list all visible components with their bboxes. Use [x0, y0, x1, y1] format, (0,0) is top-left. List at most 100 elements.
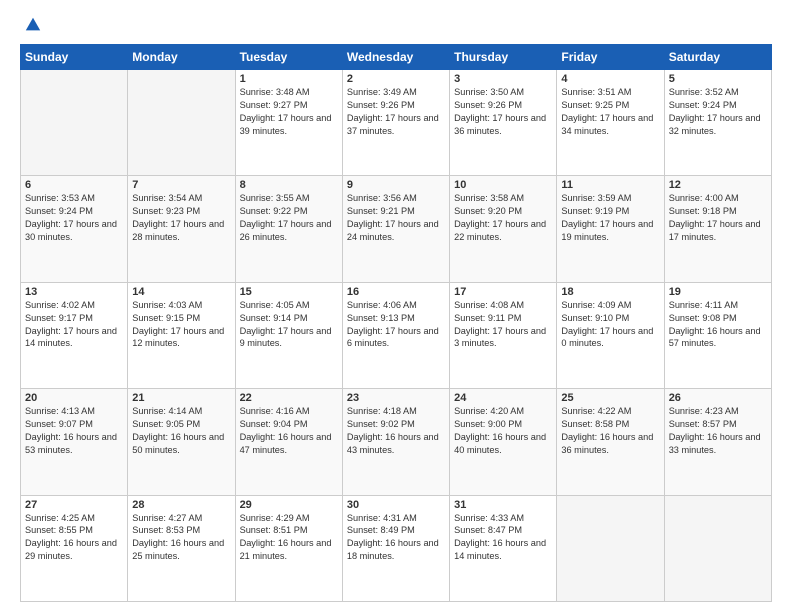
calendar-cell: 15Sunrise: 4:05 AM Sunset: 9:14 PM Dayli… [235, 282, 342, 388]
day-info: Sunrise: 4:20 AM Sunset: 9:00 PM Dayligh… [454, 405, 552, 457]
calendar-cell [557, 495, 664, 601]
calendar-cell: 11Sunrise: 3:59 AM Sunset: 9:19 PM Dayli… [557, 176, 664, 282]
day-info: Sunrise: 3:49 AM Sunset: 9:26 PM Dayligh… [347, 86, 445, 138]
day-info: Sunrise: 4:11 AM Sunset: 9:08 PM Dayligh… [669, 299, 767, 351]
day-info: Sunrise: 4:06 AM Sunset: 9:13 PM Dayligh… [347, 299, 445, 351]
calendar-cell: 29Sunrise: 4:29 AM Sunset: 8:51 PM Dayli… [235, 495, 342, 601]
day-number: 12 [669, 179, 767, 191]
calendar-header-sunday: Sunday [21, 45, 128, 70]
calendar-header-saturday: Saturday [664, 45, 771, 70]
calendar-cell: 18Sunrise: 4:09 AM Sunset: 9:10 PM Dayli… [557, 282, 664, 388]
day-info: Sunrise: 3:59 AM Sunset: 9:19 PM Dayligh… [561, 192, 659, 244]
page: SundayMondayTuesdayWednesdayThursdayFrid… [0, 0, 792, 612]
day-info: Sunrise: 4:14 AM Sunset: 9:05 PM Dayligh… [132, 405, 230, 457]
calendar-header-monday: Monday [128, 45, 235, 70]
calendar-cell: 5Sunrise: 3:52 AM Sunset: 9:24 PM Daylig… [664, 70, 771, 176]
calendar-cell [664, 495, 771, 601]
calendar-cell: 26Sunrise: 4:23 AM Sunset: 8:57 PM Dayli… [664, 389, 771, 495]
calendar-cell: 9Sunrise: 3:56 AM Sunset: 9:21 PM Daylig… [342, 176, 449, 282]
day-number: 14 [132, 286, 230, 298]
day-number: 17 [454, 286, 552, 298]
day-number: 26 [669, 392, 767, 404]
day-number: 11 [561, 179, 659, 191]
day-info: Sunrise: 4:13 AM Sunset: 9:07 PM Dayligh… [25, 405, 123, 457]
day-number: 4 [561, 73, 659, 85]
day-info: Sunrise: 3:53 AM Sunset: 9:24 PM Dayligh… [25, 192, 123, 244]
calendar-cell: 25Sunrise: 4:22 AM Sunset: 8:58 PM Dayli… [557, 389, 664, 495]
calendar-cell: 20Sunrise: 4:13 AM Sunset: 9:07 PM Dayli… [21, 389, 128, 495]
calendar-cell: 14Sunrise: 4:03 AM Sunset: 9:15 PM Dayli… [128, 282, 235, 388]
day-info: Sunrise: 3:55 AM Sunset: 9:22 PM Dayligh… [240, 192, 338, 244]
day-number: 31 [454, 499, 552, 511]
day-number: 16 [347, 286, 445, 298]
calendar-header-row: SundayMondayTuesdayWednesdayThursdayFrid… [21, 45, 772, 70]
day-info: Sunrise: 4:00 AM Sunset: 9:18 PM Dayligh… [669, 192, 767, 244]
calendar-cell [128, 70, 235, 176]
day-info: Sunrise: 3:51 AM Sunset: 9:25 PM Dayligh… [561, 86, 659, 138]
day-number: 9 [347, 179, 445, 191]
calendar-cell: 17Sunrise: 4:08 AM Sunset: 9:11 PM Dayli… [450, 282, 557, 388]
calendar-week-row: 20Sunrise: 4:13 AM Sunset: 9:07 PM Dayli… [21, 389, 772, 495]
calendar-cell: 12Sunrise: 4:00 AM Sunset: 9:18 PM Dayli… [664, 176, 771, 282]
day-number: 27 [25, 499, 123, 511]
calendar-cell: 2Sunrise: 3:49 AM Sunset: 9:26 PM Daylig… [342, 70, 449, 176]
calendar-cell: 7Sunrise: 3:54 AM Sunset: 9:23 PM Daylig… [128, 176, 235, 282]
day-number: 21 [132, 392, 230, 404]
day-info: Sunrise: 4:25 AM Sunset: 8:55 PM Dayligh… [25, 512, 123, 564]
day-number: 1 [240, 73, 338, 85]
day-info: Sunrise: 4:23 AM Sunset: 8:57 PM Dayligh… [669, 405, 767, 457]
day-number: 2 [347, 73, 445, 85]
calendar-table: SundayMondayTuesdayWednesdayThursdayFrid… [20, 44, 772, 602]
logo [20, 16, 42, 34]
logo-icon [24, 16, 42, 34]
calendar-cell: 16Sunrise: 4:06 AM Sunset: 9:13 PM Dayli… [342, 282, 449, 388]
day-info: Sunrise: 3:56 AM Sunset: 9:21 PM Dayligh… [347, 192, 445, 244]
day-info: Sunrise: 4:05 AM Sunset: 9:14 PM Dayligh… [240, 299, 338, 351]
day-number: 28 [132, 499, 230, 511]
calendar-week-row: 6Sunrise: 3:53 AM Sunset: 9:24 PM Daylig… [21, 176, 772, 282]
calendar-cell: 31Sunrise: 4:33 AM Sunset: 8:47 PM Dayli… [450, 495, 557, 601]
calendar-week-row: 27Sunrise: 4:25 AM Sunset: 8:55 PM Dayli… [21, 495, 772, 601]
day-info: Sunrise: 4:31 AM Sunset: 8:49 PM Dayligh… [347, 512, 445, 564]
calendar-cell: 27Sunrise: 4:25 AM Sunset: 8:55 PM Dayli… [21, 495, 128, 601]
day-number: 15 [240, 286, 338, 298]
day-number: 10 [454, 179, 552, 191]
calendar-header-friday: Friday [557, 45, 664, 70]
day-number: 19 [669, 286, 767, 298]
day-info: Sunrise: 4:03 AM Sunset: 9:15 PM Dayligh… [132, 299, 230, 351]
header [20, 16, 772, 34]
day-info: Sunrise: 4:16 AM Sunset: 9:04 PM Dayligh… [240, 405, 338, 457]
day-number: 29 [240, 499, 338, 511]
day-info: Sunrise: 4:18 AM Sunset: 9:02 PM Dayligh… [347, 405, 445, 457]
day-info: Sunrise: 3:48 AM Sunset: 9:27 PM Dayligh… [240, 86, 338, 138]
day-info: Sunrise: 3:52 AM Sunset: 9:24 PM Dayligh… [669, 86, 767, 138]
calendar-week-row: 1Sunrise: 3:48 AM Sunset: 9:27 PM Daylig… [21, 70, 772, 176]
calendar-header-wednesday: Wednesday [342, 45, 449, 70]
day-number: 5 [669, 73, 767, 85]
calendar-cell: 8Sunrise: 3:55 AM Sunset: 9:22 PM Daylig… [235, 176, 342, 282]
day-info: Sunrise: 4:09 AM Sunset: 9:10 PM Dayligh… [561, 299, 659, 351]
day-number: 8 [240, 179, 338, 191]
day-info: Sunrise: 4:08 AM Sunset: 9:11 PM Dayligh… [454, 299, 552, 351]
day-info: Sunrise: 4:02 AM Sunset: 9:17 PM Dayligh… [25, 299, 123, 351]
calendar-cell: 24Sunrise: 4:20 AM Sunset: 9:00 PM Dayli… [450, 389, 557, 495]
day-number: 3 [454, 73, 552, 85]
calendar-week-row: 13Sunrise: 4:02 AM Sunset: 9:17 PM Dayli… [21, 282, 772, 388]
day-info: Sunrise: 3:50 AM Sunset: 9:26 PM Dayligh… [454, 86, 552, 138]
day-info: Sunrise: 4:22 AM Sunset: 8:58 PM Dayligh… [561, 405, 659, 457]
day-number: 25 [561, 392, 659, 404]
day-number: 13 [25, 286, 123, 298]
calendar-cell: 19Sunrise: 4:11 AM Sunset: 9:08 PM Dayli… [664, 282, 771, 388]
calendar-cell: 3Sunrise: 3:50 AM Sunset: 9:26 PM Daylig… [450, 70, 557, 176]
calendar-cell: 1Sunrise: 3:48 AM Sunset: 9:27 PM Daylig… [235, 70, 342, 176]
calendar-cell: 21Sunrise: 4:14 AM Sunset: 9:05 PM Dayli… [128, 389, 235, 495]
day-number: 23 [347, 392, 445, 404]
calendar-header-tuesday: Tuesday [235, 45, 342, 70]
day-number: 18 [561, 286, 659, 298]
day-number: 6 [25, 179, 123, 191]
day-info: Sunrise: 3:54 AM Sunset: 9:23 PM Dayligh… [132, 192, 230, 244]
day-info: Sunrise: 4:29 AM Sunset: 8:51 PM Dayligh… [240, 512, 338, 564]
calendar-cell: 6Sunrise: 3:53 AM Sunset: 9:24 PM Daylig… [21, 176, 128, 282]
day-number: 22 [240, 392, 338, 404]
calendar-cell: 23Sunrise: 4:18 AM Sunset: 9:02 PM Dayli… [342, 389, 449, 495]
